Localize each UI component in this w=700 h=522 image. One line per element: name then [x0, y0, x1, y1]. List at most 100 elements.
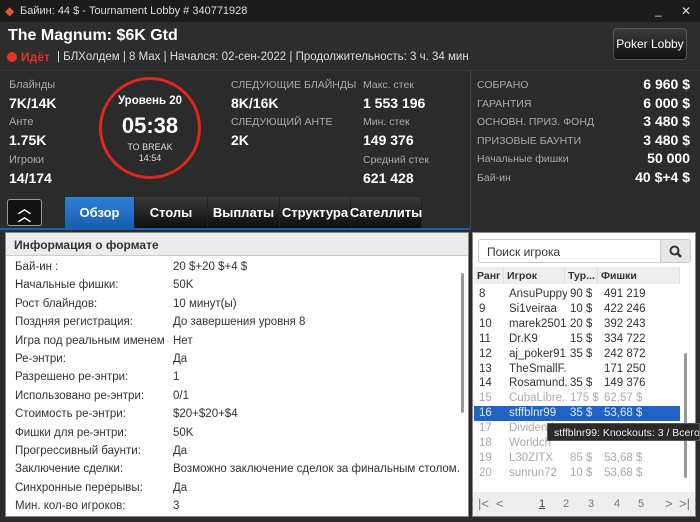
tab-overview[interactable]: Обзор [65, 197, 135, 228]
info-row: Заключение сделки: Возможно заключение сд… [15, 463, 460, 481]
player-row[interactable]: 13 TheSmallF... 171 250 [474, 362, 680, 377]
player-rank: 9 [479, 302, 486, 315]
column-chips[interactable]: Фишки [598, 267, 680, 284]
max-stack-label: Макс. стек [363, 79, 414, 91]
players-panel: Поиск игрока Ранг Игрок Тур... Фишки 8 An… [472, 232, 696, 517]
player-row[interactable]: 12 aj_poker91...35 $ 242 872 [474, 347, 680, 362]
player-row[interactable]: 11 Dr.K9 15 $ 334 722 [474, 332, 680, 347]
next-page-icon[interactable]: > [665, 496, 673, 511]
player-bounty: 10 $ [570, 466, 593, 479]
info-value: 20 $+20 $+4 $ [173, 261, 248, 273]
info-label: Прогрессивный баунти: [15, 445, 141, 457]
page-4[interactable]: 4 [614, 498, 620, 510]
info-scrollbar[interactable] [461, 273, 464, 413]
tab-structure[interactable]: Структура [280, 197, 351, 228]
info-label: Поздняя регистрация: [15, 316, 133, 329]
player-name: Si1veiraa [509, 302, 557, 315]
player-bounty: 175 $ [570, 392, 599, 405]
page-3[interactable]: 3 [588, 498, 594, 510]
player-row[interactable]: 16 stffblnr99 35 $ 53,68 $ [474, 406, 680, 422]
player-row[interactable]: 9 Si1veiraa 10 $ 422 246 [474, 302, 680, 317]
info-value: 50K [173, 426, 194, 439]
player-row[interactable]: 20 sunrun72 10 $ 53,68 $ [474, 466, 680, 481]
player-row[interactable]: 19 L30ZITX 85 $ 53,68 $ [474, 451, 680, 466]
player-chips: 334 722 [604, 332, 646, 345]
player-chips: 171 250 [604, 362, 646, 375]
close-button[interactable]: ✕ [681, 4, 691, 18]
status-badge: Идёт [21, 50, 50, 64]
prize-pool-panel: СОБРАНО 6 960 $ ГАРАНТИЯ 6 000 $ ОСНОВН. П… [470, 70, 700, 230]
player-rank: 15 [479, 392, 492, 405]
first-page-icon[interactable]: |< [478, 496, 489, 511]
player-name: marek2501 [509, 317, 567, 330]
column-player[interactable]: Игрок [504, 267, 565, 284]
info-value: Да [173, 481, 188, 494]
double-chevron-up-icon: ︿ ︿ [17, 200, 31, 224]
tab-payouts[interactable]: Выплаты [208, 197, 280, 228]
player-row[interactable]: 15 CubaLibre... 175 $ 62,57 $ [474, 391, 680, 406]
prize-label: ГАРАНТИЯ [477, 98, 532, 110]
player-bounty: 35 $ [570, 407, 593, 420]
player-rank: 18 [479, 437, 492, 449]
ante-label: Анте [9, 116, 34, 128]
player-rank: 19 [479, 451, 492, 464]
info-row: Игра под реальным именем Нет [15, 335, 460, 353]
player-chips: 392 243 [604, 317, 646, 330]
info-label: Использовано ре-энтри: [15, 389, 145, 402]
page-5[interactable]: 5 [638, 498, 644, 510]
page-2[interactable]: 2 [563, 498, 569, 510]
player-row[interactable]: 8 AnsuPuppy 90 $ 491 219 [474, 287, 680, 302]
level-label: Уровень 20 [117, 95, 183, 107]
poker-lobby-button[interactable]: Poker Lobby [613, 28, 687, 60]
info-row: Прогрессивный баунти: Да [15, 445, 460, 463]
player-row[interactable]: 10 marek2501 20 $ 392 243 [474, 317, 680, 332]
info-value: $20+$20+$4 [173, 408, 238, 421]
info-label: Стоимость ре-энтри: [15, 408, 126, 421]
info-row: Фишки для ре-энтри: 50K [15, 427, 460, 445]
prev-page-icon[interactable]: < [496, 496, 504, 511]
player-search-input[interactable]: Поиск игрока [478, 239, 691, 263]
search-button[interactable] [660, 240, 690, 262]
player-name: aj_poker91... [509, 347, 567, 360]
player-bounty: 90 $ [570, 288, 593, 300]
player-name: AnsuPuppy [509, 288, 567, 300]
column-bounty[interactable]: Тур... [565, 267, 598, 284]
prize-value: 40 $+4 $ [635, 169, 690, 185]
info-row: Начальные фишки: 50K [15, 279, 460, 297]
tab-tables[interactable]: Столы [135, 197, 208, 228]
tab-satellites[interactable]: Сателлиты [350, 197, 422, 228]
player-chips: 53,68 $ [604, 407, 643, 420]
prize-label: Начальные фишки [477, 153, 569, 165]
tournament-details: | БЛХолдем | 8 Max | Начался: 02-сен-202… [57, 51, 469, 63]
info-label: Бай-ин : [15, 261, 59, 273]
search-placeholder: Поиск игрока [487, 245, 561, 259]
player-rank: 11 [479, 332, 491, 345]
tournament-name: The Magnum: $6K Gtd [8, 27, 178, 44]
player-bounty: 35 $ [570, 377, 593, 390]
app-logo-icon: ◆ [5, 4, 15, 18]
info-value: До завершения уровня 8 [173, 316, 306, 329]
format-info-panel: Информация о формате Бай-ин : 20 $+20 $+4… [5, 232, 469, 517]
pagination: |< < 1 2 3 4 5 > >| [473, 492, 695, 516]
player-name: TheSmallF... [509, 362, 567, 375]
players-scrollbar[interactable] [684, 353, 687, 478]
players-value: 14/174 [9, 170, 52, 186]
player-bounty: 85 $ [570, 451, 593, 464]
prize-row: Начальные фишки 50 000 [477, 150, 690, 168]
info-row: Мин. кол-во игроков: 3 [15, 500, 460, 518]
to-break-label: TO BREAK [127, 142, 173, 152]
collapse-button[interactable]: ︿ ︿ [7, 199, 42, 226]
prize-value: 3 480 $ [643, 132, 690, 148]
info-row: Синхронные перерывы: Да [15, 482, 460, 500]
player-chips: 149 376 [604, 377, 646, 390]
player-chips: 491 219 [604, 288, 646, 300]
player-row[interactable]: 14 Rosamund...35 $ 149 376 [474, 376, 680, 391]
divider [0, 228, 470, 230]
player-rank: 10 [479, 317, 492, 330]
player-rank: 8 [479, 288, 486, 300]
column-rank[interactable]: Ранг [474, 267, 504, 284]
minimize-button[interactable]: _ [655, 3, 662, 17]
info-value: 1 [173, 371, 180, 384]
page-1[interactable]: 1 [539, 498, 545, 510]
last-page-icon[interactable]: >| [679, 496, 690, 511]
